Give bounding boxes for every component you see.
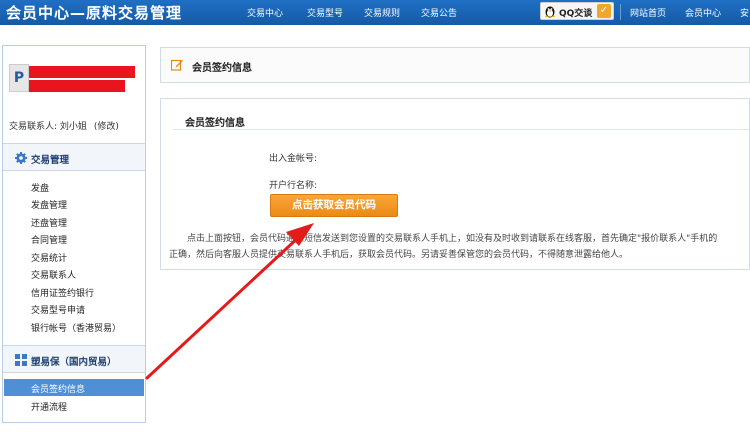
page-title: 会员签约信息 <box>192 63 252 74</box>
menu-contract-management[interactable]: 合同管理 <box>31 233 67 246</box>
page-title-bar: 会员签约信息 <box>160 47 750 83</box>
nav-trade-rules[interactable]: 交易规则 <box>364 6 400 19</box>
penguin-icon <box>545 6 555 18</box>
card-divider <box>173 129 749 130</box>
menu-counteroffer-management[interactable]: 还盘管理 <box>31 216 67 229</box>
grid-icon <box>15 354 27 366</box>
menu-member-contract-info-label: 会员签约信息 <box>31 385 86 395</box>
section-trade-management[interactable]: 交易管理 <box>3 143 145 171</box>
instructions-line-1: 点击上面按钮，会员代码通过短信发送到您设置的交易联系人手机上，如没有及时收到请联… <box>187 234 718 244</box>
instructions-line-2: 正确，然后向客服人员提供交易联系人手机后，获取会员代码。另请妥善保管您的会员代码… <box>169 250 629 260</box>
contract-info-card: 会员签约信息 出入金帐号: 开户行名称: 点击获取会员代码 点击上面按钮，会员代… <box>160 98 750 270</box>
qq-chat-label: QQ交谈 <box>559 9 593 19</box>
contact-row: 交易联系人: 刘小姐 (修改) <box>9 119 141 132</box>
section-trade-management-label: 交易管理 <box>31 155 70 166</box>
account-number-label: 出入金帐号: <box>269 154 318 164</box>
app-title: 会员中心—原料交易管理 <box>6 4 183 22</box>
redacted-company-name <box>29 66 135 78</box>
section-plastic-insurance-label: 塑易保（国内贸易） <box>31 357 117 368</box>
left-sidebar: P 交易联系人: 刘小姐 (修改) 交易管理 发盘 发盘管理 还盘管理 合同管理… <box>2 45 146 423</box>
menu-bank-account-hk[interactable]: 银行帐号（香港贸易） <box>31 321 121 334</box>
menu-trade-statistics[interactable]: 交易统计 <box>31 251 67 264</box>
instructions-text: 点击上面按钮，会员代码通过短信发送到您设置的交易联系人手机上，如没有及时收到请联… <box>169 231 749 263</box>
menu-offer[interactable]: 发盘 <box>31 181 49 194</box>
nav-trade-models[interactable]: 交易型号 <box>307 6 343 19</box>
nav-trade-notices[interactable]: 交易公告 <box>421 6 457 19</box>
company-profile: P <box>9 60 135 100</box>
contact-edit-link[interactable]: (修改) <box>94 122 119 132</box>
checkmark-icon: ✓ <box>597 4 611 18</box>
edit-icon <box>171 59 183 71</box>
bank-name-label: 开户行名称: <box>269 181 318 191</box>
menu-lc-bank[interactable]: 信用证签约银行 <box>31 286 94 299</box>
menu-offer-management[interactable]: 发盘管理 <box>31 198 67 211</box>
nav-trade-center[interactable]: 交易中心 <box>247 6 283 19</box>
get-member-code-button[interactable]: 点击获取会员代码 <box>270 194 398 217</box>
company-logo: P <box>9 64 29 92</box>
nav-member-center[interactable]: 会员中心 <box>685 6 721 19</box>
qq-chat-button[interactable]: QQ交谈 ✓ <box>540 2 614 20</box>
menu-trade-contact[interactable]: 交易联系人 <box>31 268 76 281</box>
contact-name: 刘小姐 <box>59 122 87 132</box>
nav-more-truncated[interactable]: 安 <box>740 6 749 19</box>
gear-icon <box>15 152 27 164</box>
menu-member-contract-info[interactable]: 会员签约信息 <box>4 379 144 396</box>
contact-label: 交易联系人: <box>9 122 58 132</box>
header-divider <box>620 4 621 20</box>
card-title: 会员签约信息 <box>185 118 245 129</box>
top-header: 会员中心—原料交易管理 交易中心 交易型号 交易规则 交易公告 QQ交谈 ✓ 网… <box>0 0 750 25</box>
section-plastic-insurance[interactable]: 塑易保（国内贸易） <box>3 345 145 373</box>
menu-activation-process[interactable]: 开通流程 <box>31 400 67 413</box>
menu-model-application[interactable]: 交易型号申请 <box>31 303 85 316</box>
nav-home[interactable]: 网站首页 <box>630 6 666 19</box>
redacted-company-detail <box>29 80 125 92</box>
